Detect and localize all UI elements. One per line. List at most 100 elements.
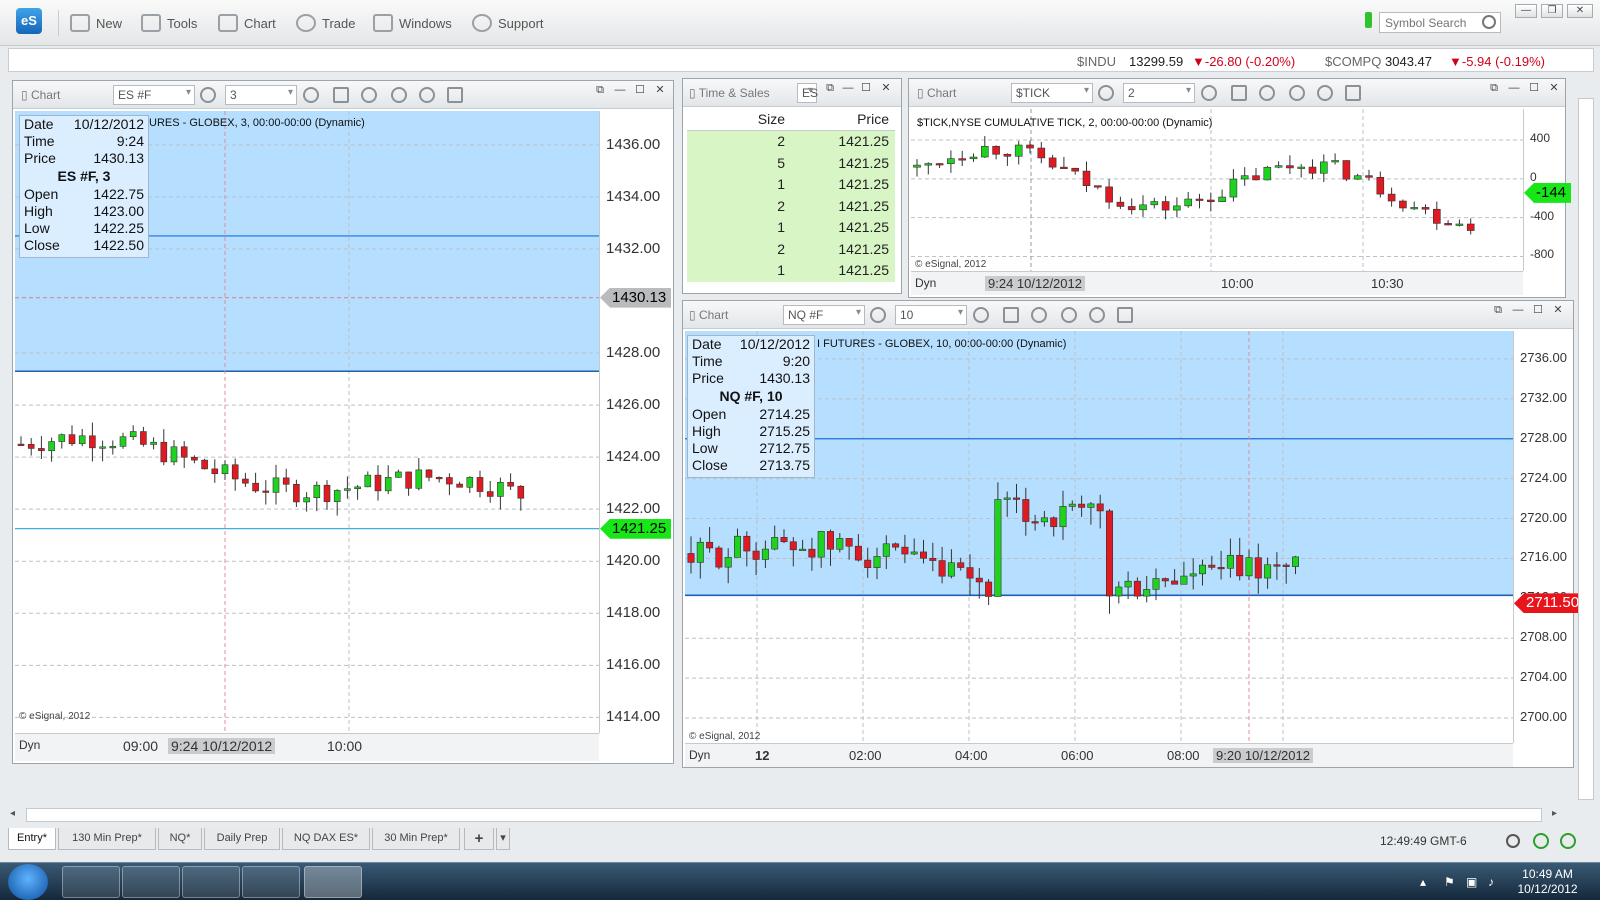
minimize-window-button[interactable]: — [1515, 4, 1537, 18]
time-sales-pin-button[interactable]: ⧉ [821, 82, 839, 96]
play-icon[interactable] [1061, 307, 1077, 323]
nq-chart-pin-button[interactable]: ⧉ [1489, 304, 1507, 318]
alert-icon[interactable] [1089, 307, 1105, 323]
es-time-axis[interactable]: Dyn 09:00 9:24 10/12/2012 10:00 [15, 733, 599, 761]
new-button[interactable]: New [70, 12, 122, 34]
clock-status-icon[interactable] [1506, 834, 1520, 848]
nq-time-axis[interactable]: Dyn 12 02:00 04:00 06:00 08:00 9:20 10/1… [685, 743, 1513, 767]
time-sales-row[interactable]: 2 1421.25 [687, 131, 895, 153]
link-icon[interactable] [200, 87, 216, 103]
tick-chart-maximize-button[interactable]: ☐ [1525, 82, 1543, 96]
scroll-left-arrow[interactable]: ◂ [10, 808, 15, 819]
es-price-axis[interactable]: 1436.00 1434.00 1432.00 1430.13 1428.00 1426.… [599, 111, 673, 733]
internet-explorer-icon[interactable] [62, 866, 120, 898]
link-icon[interactable] [870, 307, 886, 323]
search-icon[interactable] [1482, 15, 1496, 29]
close-window-button[interactable]: ✕ [1567, 4, 1593, 18]
nq-chart-minimize-button[interactable]: — [1509, 304, 1527, 318]
nq-interval-combo[interactable]: 10 [895, 305, 967, 325]
taskbar-clock[interactable]: 10:49 AM 10/12/2012 [1505, 867, 1590, 897]
play-icon[interactable] [1289, 85, 1305, 101]
link-icon[interactable] [1098, 85, 1114, 101]
study-icon[interactable] [1031, 307, 1047, 323]
eraser-icon[interactable] [1345, 85, 1361, 101]
network-app-icon[interactable] [242, 866, 300, 898]
time-sales-minimize-button[interactable]: — [839, 82, 857, 96]
workspace-horizontal-scrollbar[interactable] [26, 808, 1542, 822]
es-interval-combo[interactable]: 3 [225, 85, 297, 105]
tick-symbol-combo[interactable]: $TICK [1011, 83, 1093, 103]
tick-chart-minimize-button[interactable]: — [1505, 82, 1523, 96]
tick-value-axis[interactable]: 400 0 -400 -800 -144 [1523, 109, 1572, 271]
size-column-header[interactable]: Size [687, 107, 791, 130]
pencil-icon[interactable] [333, 87, 349, 103]
tools-button[interactable]: Tools [141, 12, 197, 34]
workspace-vertical-scrollbar[interactable] [1578, 98, 1594, 800]
eraser-icon[interactable] [447, 87, 463, 103]
time-sales-row[interactable]: 1 1421.25 [687, 260, 895, 282]
clock-icon[interactable] [1201, 85, 1217, 101]
nq-price-axis[interactable]: 2736.00 2732.00 2728.00 2724.00 2720.00 2716.… [1513, 331, 1585, 743]
time-sales-symbol-combo[interactable]: ES [797, 83, 818, 103]
price-tick-label: 0 [1530, 169, 1537, 184]
alert-icon[interactable] [419, 87, 435, 103]
eraser-icon[interactable] [1117, 307, 1133, 323]
refresh-icon[interactable] [1533, 833, 1549, 849]
nq-chart-maximize-button[interactable]: ☐ [1529, 304, 1547, 318]
chart-button[interactable]: Chart [218, 12, 276, 34]
study-icon[interactable] [1259, 85, 1275, 101]
tray-network-icon[interactable]: ▣ [1466, 875, 1477, 889]
trade-button[interactable]: Trade [296, 12, 355, 34]
time-sales-row[interactable]: 1 1421.25 [687, 174, 895, 196]
study-icon[interactable] [361, 87, 377, 103]
pencil-icon[interactable] [1231, 85, 1247, 101]
tray-volume-icon[interactable]: ♪ [1488, 875, 1494, 889]
time-sales-row[interactable]: 5 1421.25 [687, 152, 895, 174]
indu-symbol[interactable]: $INDU [1077, 54, 1116, 69]
time-sales-row[interactable]: 2 1421.25 [687, 195, 895, 217]
esignal-logo[interactable]: eS [16, 8, 42, 34]
tray-flag-icon[interactable]: ⚑ [1444, 875, 1455, 889]
help-icon[interactable] [1560, 833, 1576, 849]
tab-list-button[interactable]: ▾ [496, 828, 510, 850]
compq-symbol[interactable]: $COMPQ [1325, 54, 1381, 69]
tab-entry[interactable]: Entry* [8, 828, 56, 850]
es-symbol-combo[interactable]: ES #F [113, 85, 195, 105]
es-chart-close-button[interactable]: ✕ [651, 84, 669, 98]
nq-symbol-combo[interactable]: NQ #F [783, 305, 865, 325]
nq-chart-close-button[interactable]: ✕ [1549, 304, 1567, 318]
time-sales-maximize-button[interactable]: ☐ [857, 82, 875, 96]
time-sales-row[interactable]: 1 1421.25 [687, 217, 895, 239]
tick-interval-combo[interactable]: 2 [1123, 83, 1195, 103]
add-tab-button[interactable]: + [464, 828, 494, 850]
tick-candlestick-plot[interactable] [911, 109, 1523, 271]
tray-arrow-icon[interactable]: ▴ [1420, 875, 1426, 889]
media-player-icon[interactable] [182, 866, 240, 898]
es-chart-minimize-button[interactable]: — [611, 84, 629, 98]
esignal-taskbar-icon[interactable] [304, 866, 362, 898]
tab-nq[interactable]: NQ* [158, 828, 202, 850]
support-button[interactable]: Support [472, 12, 544, 34]
clock-icon[interactable] [303, 87, 319, 103]
tab-30-min-prep[interactable]: 30 Min Prep* [372, 828, 460, 850]
start-button-icon[interactable] [8, 864, 48, 900]
es-chart-pin-button[interactable]: ⧉ [591, 84, 609, 98]
tab-nq-dax-es[interactable]: NQ DAX ES* [282, 828, 370, 850]
tick-chart-close-button[interactable]: ✕ [1545, 82, 1563, 96]
file-explorer-icon[interactable] [122, 866, 180, 898]
tick-time-axis[interactable]: Dyn 9:24 10/12/2012 10:00 10:30 [911, 271, 1523, 295]
tab-daily-prep[interactable]: Daily Prep [204, 828, 280, 850]
es-chart-maximize-button[interactable]: ☐ [631, 84, 649, 98]
price-column-header[interactable]: Price [791, 107, 895, 130]
play-icon[interactable] [391, 87, 407, 103]
scroll-right-arrow[interactable]: ▸ [1552, 808, 1557, 819]
restore-window-button[interactable]: ❐ [1541, 4, 1563, 18]
windows-button[interactable]: Windows [373, 12, 452, 34]
tab-130-min-prep[interactable]: 130 Min Prep* [58, 828, 156, 850]
tick-chart-pin-button[interactable]: ⧉ [1485, 82, 1503, 96]
alert-icon[interactable] [1317, 85, 1333, 101]
time-sales-close-button[interactable]: ✕ [877, 82, 895, 96]
pencil-icon[interactable] [1003, 307, 1019, 323]
clock-icon[interactable] [973, 307, 989, 323]
time-sales-row[interactable]: 2 1421.25 [687, 238, 895, 260]
